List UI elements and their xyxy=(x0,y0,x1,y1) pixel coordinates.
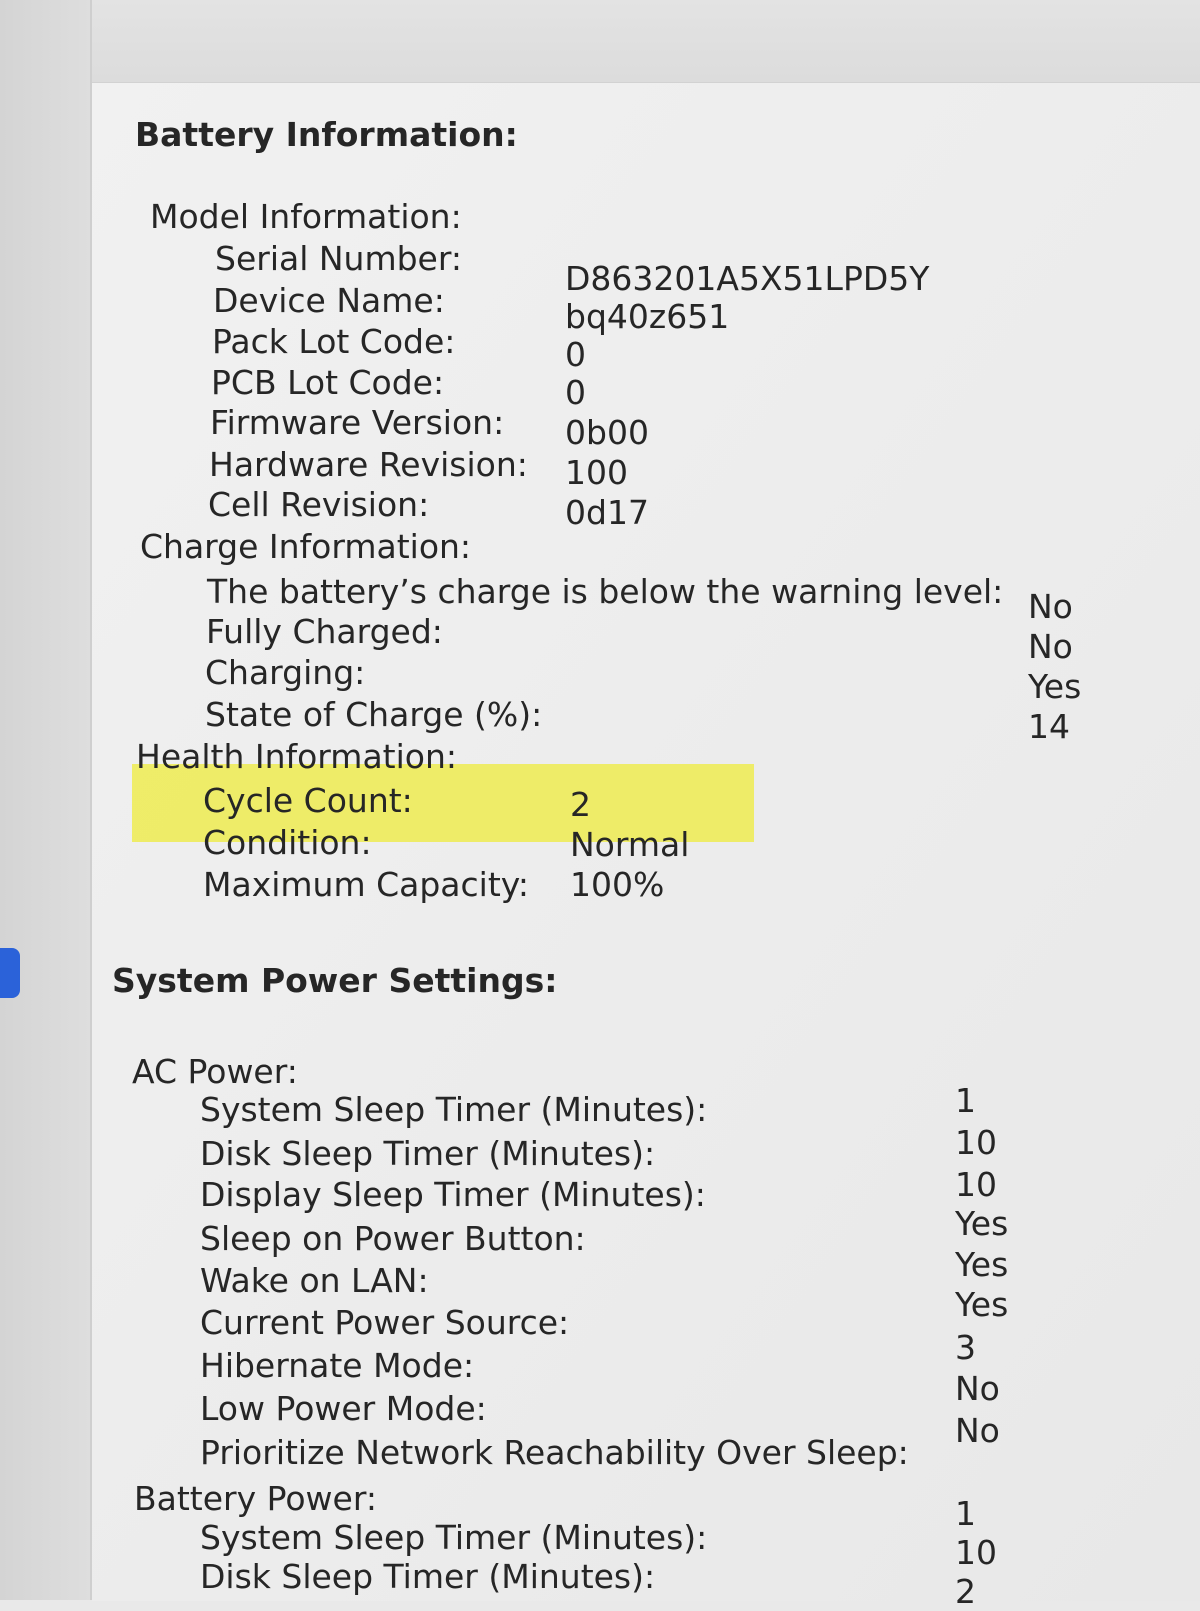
serial-number-label: Serial Number: xyxy=(215,239,462,278)
ac-prioritize-network-label: Prioritize Network Reachability Over Sle… xyxy=(200,1433,909,1472)
sidebar-selected-item-marker[interactable] xyxy=(0,948,20,998)
pcb-lot-code-value: 0 xyxy=(565,373,586,412)
pack-lot-code-value: 0 xyxy=(565,335,586,374)
cell-revision-value: 0d17 xyxy=(565,493,649,532)
fully-charged-value: No xyxy=(1028,627,1073,666)
device-name-value: bq40z651 xyxy=(565,297,730,336)
ac-wake-on-lan-label: Wake on LAN: xyxy=(200,1261,429,1300)
ac-hibernate-mode-value: 3 xyxy=(955,1328,976,1367)
ac-system-sleep-value: 1 xyxy=(955,1081,976,1120)
system-power-settings-heading: System Power Settings: xyxy=(112,961,558,1000)
ac-sleep-on-power-button-label: Sleep on Power Button: xyxy=(200,1219,586,1258)
state-of-charge-value: 14 xyxy=(1028,707,1070,746)
firmware-version-value: 0b00 xyxy=(565,413,649,452)
ac-prioritize-network-value: No xyxy=(955,1411,1000,1450)
ac-disk-sleep-label: Disk Sleep Timer (Minutes): xyxy=(200,1134,656,1173)
window-top-bar xyxy=(0,0,1200,82)
charge-warning-value: No xyxy=(1028,587,1073,626)
ac-power-heading: AC Power: xyxy=(132,1052,298,1091)
ac-disk-sleep-value: 10 xyxy=(955,1123,997,1162)
model-information-heading: Model Information: xyxy=(150,197,462,236)
ac-wake-on-lan-value: Yes xyxy=(955,1245,1009,1284)
charging-label: Charging: xyxy=(205,653,366,692)
ac-sleep-on-power-button-value: Yes xyxy=(955,1204,1009,1243)
charge-warning-label: The battery’s charge is below the warnin… xyxy=(207,572,1004,611)
ac-hibernate-mode-label: Hibernate Mode: xyxy=(200,1346,475,1385)
charge-information-heading: Charge Information: xyxy=(140,527,472,566)
cycle-count-label: Cycle Count: xyxy=(203,781,413,820)
ac-system-sleep-label: System Sleep Timer (Minutes): xyxy=(200,1090,708,1129)
ac-display-sleep-label: Display Sleep Timer (Minutes): xyxy=(200,1175,706,1214)
ac-low-power-mode-value: No xyxy=(955,1369,1000,1408)
ac-current-power-source-label: Current Power Source: xyxy=(200,1303,570,1342)
cycle-count-value: 2 xyxy=(570,785,591,824)
condition-value: Normal xyxy=(570,825,690,864)
firmware-version-label: Firmware Version: xyxy=(210,403,505,442)
hardware-revision-value: 100 xyxy=(565,453,628,492)
ac-current-power-source-value: Yes xyxy=(955,1285,1009,1324)
battery-power-heading: Battery Power: xyxy=(134,1479,377,1518)
pcb-lot-code-label: PCB Lot Code: xyxy=(211,363,445,402)
sidebar xyxy=(0,0,92,1600)
charging-value: Yes xyxy=(1028,667,1082,706)
battery-system-sleep-value: 1 xyxy=(955,1494,976,1533)
device-name-label: Device Name: xyxy=(213,281,445,320)
maximum-capacity-label: Maximum Capacity: xyxy=(203,865,530,904)
serial-number-value: D863201A5X51LPD5Y xyxy=(565,259,930,298)
cell-revision-label: Cell Revision: xyxy=(208,485,430,524)
battery-disk-sleep-value: 10 xyxy=(955,1533,997,1572)
battery-information-heading: Battery Information: xyxy=(135,115,518,154)
pack-lot-code-label: Pack Lot Code: xyxy=(212,322,456,361)
health-information-heading: Health Information: xyxy=(136,737,457,776)
maximum-capacity-value: 100% xyxy=(570,865,665,904)
battery-system-sleep-label: System Sleep Timer (Minutes): xyxy=(200,1518,708,1557)
ac-low-power-mode-label: Low Power Mode: xyxy=(200,1389,487,1428)
battery-disk-sleep-label: Disk Sleep Timer (Minutes): xyxy=(200,1557,656,1596)
ac-display-sleep-value: 10 xyxy=(955,1165,997,1204)
state-of-charge-label: State of Charge (%): xyxy=(205,695,543,734)
fully-charged-label: Fully Charged: xyxy=(206,612,443,651)
condition-label: Condition: xyxy=(203,823,372,862)
hardware-revision-label: Hardware Revision: xyxy=(209,445,528,484)
battery-display-sleep-value: 2 xyxy=(955,1572,976,1611)
